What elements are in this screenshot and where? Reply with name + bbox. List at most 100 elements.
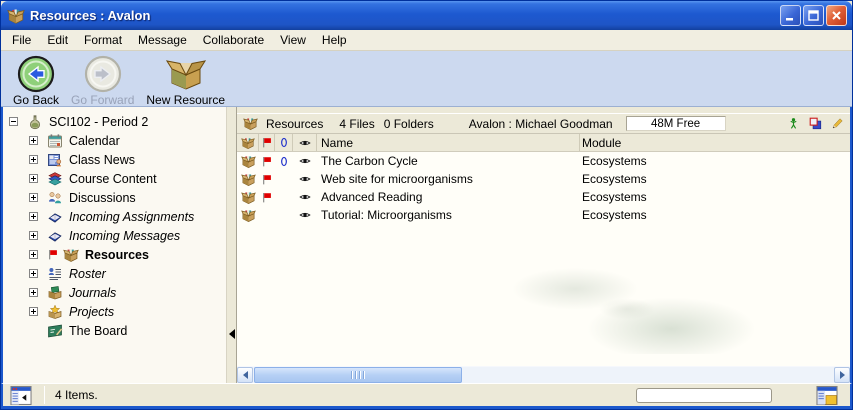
tree-item[interactable]: Projects <box>3 302 226 321</box>
file-row[interactable]: Web site for microorganisms Ecosystems <box>237 170 850 188</box>
free-space-text: 48M Free <box>651 118 700 130</box>
resource-module: Ecosystems <box>580 208 850 222</box>
panel-toggle-right-icon[interactable] <box>816 386 838 405</box>
column-paperclip-icon[interactable] <box>275 134 293 151</box>
tree-item[interactable]: Class News <box>3 150 226 169</box>
content-area: SCI102 - Period 2 Calendar <box>1 107 852 383</box>
resource-name[interactable]: Tutorial: Microorganisms <box>317 208 580 222</box>
column-name[interactable]: Name <box>317 134 580 151</box>
expand-toggle[interactable] <box>29 193 38 202</box>
person-icon[interactable] <box>787 117 800 130</box>
column-package-icon[interactable] <box>237 134 259 151</box>
flag-icon <box>47 248 59 261</box>
tree-root-label: SCI102 - Period 2 <box>49 115 148 129</box>
tree-item[interactable]: Course Content <box>3 169 226 188</box>
menu-item[interactable]: Collaborate <box>195 31 272 49</box>
file-list: The Carbon Cycle Ecosystems Web site for… <box>237 152 850 366</box>
tree-item-label: Resources <box>85 248 149 262</box>
tree-item-icon <box>47 133 63 149</box>
tree-item[interactable]: Resources <box>3 245 226 264</box>
scroll-left-button[interactable] <box>237 367 253 383</box>
expand-toggle[interactable] <box>29 231 38 240</box>
expand-toggle[interactable] <box>29 136 38 145</box>
resource-name[interactable]: Advanced Reading <box>317 190 580 204</box>
tree-item[interactable]: Journals <box>3 283 226 302</box>
go-forward-label: Go Forward <box>71 93 134 107</box>
free-space-indicator: 48M Free <box>626 116 726 131</box>
course-tree-panel: SCI102 - Period 2 Calendar <box>3 107 227 383</box>
tree-root-sci102[interactable]: SCI102 - Period 2 <box>3 112 226 131</box>
tree-item-icon <box>47 323 63 339</box>
close-button[interactable] <box>826 5 847 26</box>
tree-item-icon <box>63 247 79 263</box>
column-eye-icon[interactable] <box>293 134 317 151</box>
menu-item[interactable]: Edit <box>39 31 76 49</box>
tree-item-label: Discussions <box>69 191 136 205</box>
tree-item-icon <box>47 285 63 301</box>
resource-package-icon <box>237 172 259 187</box>
minimize-button[interactable] <box>780 5 801 26</box>
window-package-icon[interactable] <box>7 7 25 25</box>
folders-count: 0 Folders <box>384 117 434 131</box>
new-resource-icon <box>166 55 206 93</box>
file-row[interactable]: Advanced Reading Ecosystems <box>237 188 850 206</box>
panel-splitter[interactable] <box>227 107 237 383</box>
go-back-button[interactable]: Go Back <box>9 54 63 108</box>
menu-bar: File Edit Format Message Collaborate Vie… <box>1 30 852 51</box>
tree-item[interactable]: Calendar <box>3 131 226 150</box>
resource-name[interactable]: The Carbon Cycle <box>317 154 580 168</box>
new-resource-button[interactable]: New Resource <box>142 54 229 108</box>
expand-toggle[interactable] <box>29 288 38 297</box>
expand-toggle[interactable] <box>29 250 38 259</box>
resource-name[interactable]: Web site for microorganisms <box>317 172 580 186</box>
tree-item-label: The Board <box>69 324 127 338</box>
thumb-grip-icon <box>351 371 365 379</box>
expand-toggle[interactable] <box>29 174 38 183</box>
app-window: Resources : Avalon File Edit Format Mess… <box>0 0 853 410</box>
resource-module: Ecosystems <box>580 154 850 168</box>
collapse-toggle[interactable] <box>9 117 18 126</box>
background-watermark <box>510 254 770 354</box>
resource-package-icon <box>237 208 259 223</box>
expand-toggle[interactable] <box>29 307 38 316</box>
expand-toggle[interactable] <box>29 212 38 221</box>
scroll-right-button[interactable] <box>834 367 850 383</box>
expand-toggle[interactable] <box>29 269 38 278</box>
resources-panel: Resources 4 Files 0 Folders Avalon : Mic… <box>237 107 850 383</box>
copy-icon[interactable] <box>809 117 822 130</box>
tree-item[interactable]: Roster <box>3 264 226 283</box>
tree-item[interactable]: The Board <box>3 321 226 340</box>
tree-item[interactable]: Incoming Assignments <box>3 207 226 226</box>
column-flag-icon[interactable] <box>259 134 275 151</box>
tree-item-label: Course Content <box>69 172 157 186</box>
menu-item[interactable]: File <box>4 31 39 49</box>
resource-module: Ecosystems <box>580 190 850 204</box>
chevron-left-icon <box>243 371 248 379</box>
collapse-splitter-icon[interactable] <box>229 329 235 339</box>
menu-item[interactable]: Format <box>76 31 130 49</box>
status-separator <box>44 386 45 404</box>
tree-item[interactable]: Incoming Messages <box>3 226 226 245</box>
tree-item-icon <box>47 228 63 244</box>
scrollbar-thumb[interactable] <box>254 367 462 383</box>
panel-toggle-left-icon[interactable] <box>10 386 32 405</box>
menu-item[interactable]: View <box>272 31 314 49</box>
maximize-button[interactable] <box>803 5 824 26</box>
horizontal-scrollbar[interactable] <box>237 366 850 383</box>
pencil-icon[interactable] <box>831 117 844 130</box>
files-count: 4 Files <box>339 117 374 131</box>
titlebar: Resources : Avalon <box>1 1 852 30</box>
go-forward-icon <box>84 55 122 93</box>
minimize-icon <box>784 9 797 22</box>
tree-item-icon <box>47 171 63 187</box>
tree-item-label: Class News <box>69 153 135 167</box>
tree-item[interactable]: Discussions <box>3 188 226 207</box>
file-row[interactable]: The Carbon Cycle Ecosystems <box>237 152 850 170</box>
file-row[interactable]: Tutorial: Microorganisms Ecosystems <box>237 206 850 224</box>
menu-item[interactable]: Message <box>130 31 195 49</box>
go-forward-button[interactable]: Go Forward <box>67 54 138 108</box>
expand-toggle[interactable] <box>29 155 38 164</box>
menu-item[interactable]: Help <box>314 31 355 49</box>
tree-item-label: Incoming Messages <box>69 229 180 243</box>
column-module[interactable]: Module <box>580 134 850 151</box>
